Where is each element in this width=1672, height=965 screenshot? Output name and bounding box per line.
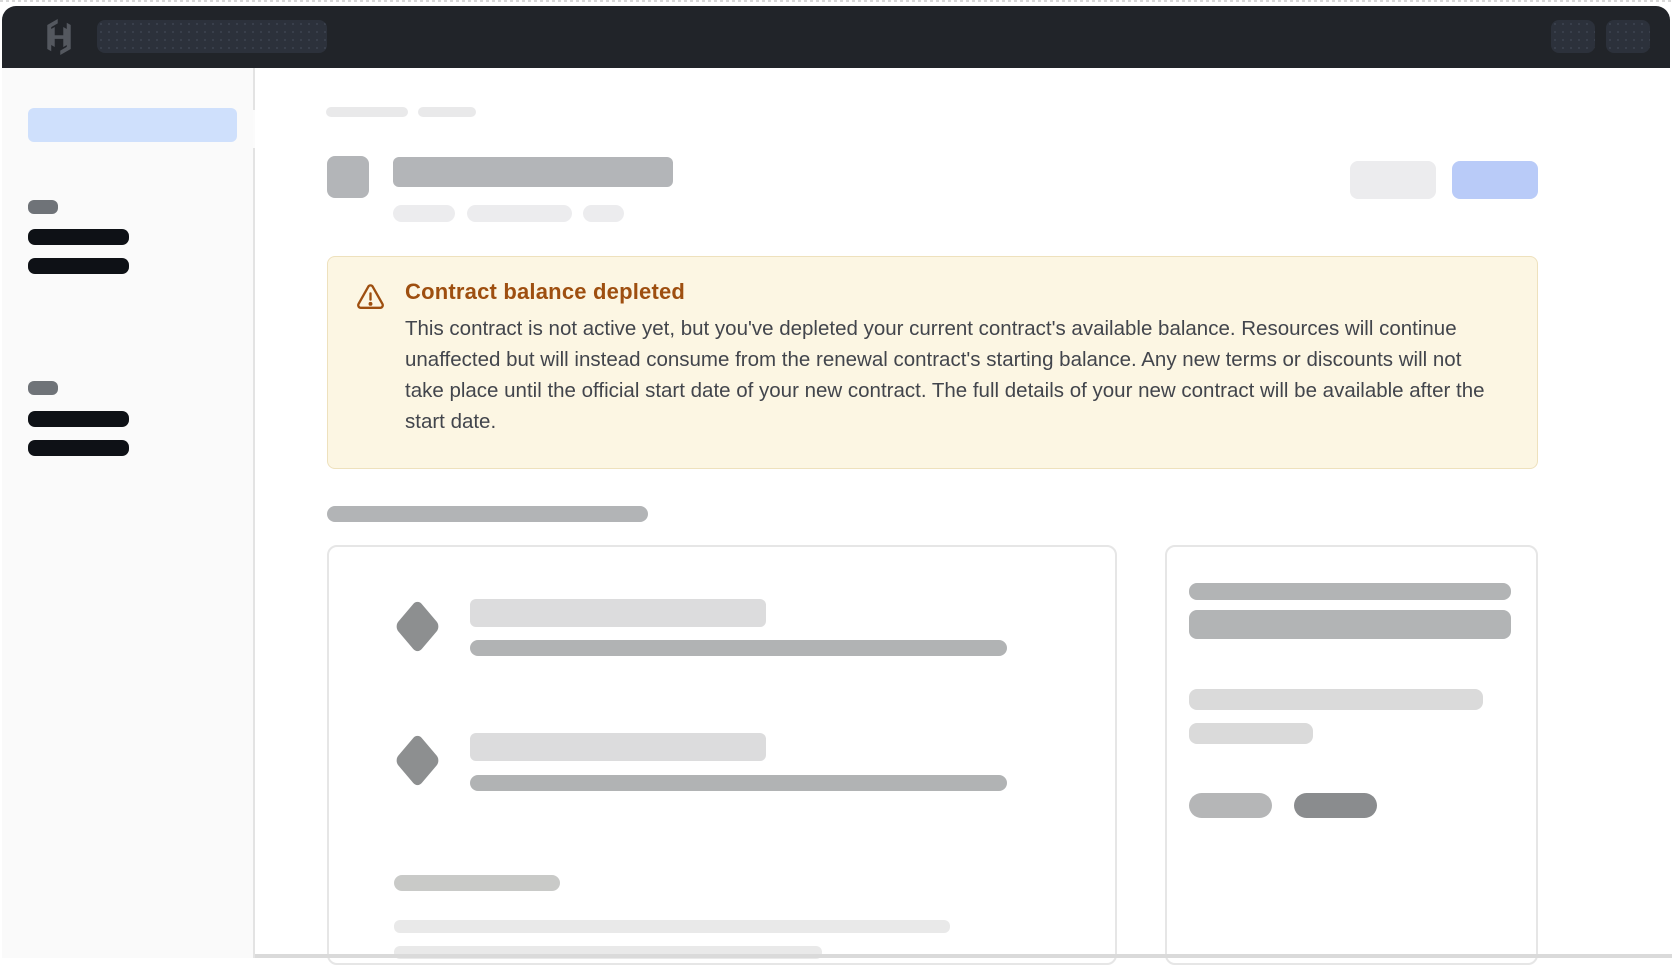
top-nav — [2, 6, 1670, 68]
badge-skeleton — [393, 205, 455, 222]
card-footer-label-skeleton — [394, 875, 560, 891]
summary-text-skeleton — [1189, 689, 1483, 710]
breadcrumb-item-skeleton — [326, 107, 408, 117]
diamond-icon — [394, 734, 441, 788]
bottom-edge-strip — [255, 954, 1672, 958]
diamond-icon — [394, 600, 441, 654]
sidebar-nav-item-skeleton[interactable] — [28, 229, 129, 245]
hashicorp-logo-icon — [40, 18, 78, 56]
secondary-button-skeleton[interactable] — [1350, 161, 1436, 199]
breadcrumb-item-skeleton — [418, 107, 476, 117]
sidebar-section-label-skeleton — [28, 200, 58, 214]
summary-card — [1165, 545, 1538, 965]
warning-alert: Contract balance depleted This contract … — [327, 256, 1538, 469]
page-title-skeleton — [393, 157, 673, 187]
summary-primary-pill-button-skeleton[interactable] — [1294, 793, 1377, 818]
sidebar-nav-item-skeleton[interactable] — [28, 258, 129, 274]
alert-body: This contract is not active yet, but you… — [405, 313, 1501, 437]
page-icon-skeleton — [327, 156, 369, 198]
nav-user-menu-skeleton[interactable] — [1606, 20, 1650, 53]
warning-triangle-icon — [354, 282, 387, 313]
item-subtitle-skeleton — [470, 775, 1007, 791]
summary-text-skeleton — [1189, 723, 1313, 744]
window-top-edge — [0, 0, 1672, 2]
sidebar-active-item-skeleton[interactable] — [28, 108, 237, 142]
alert-title: Contract balance depleted — [405, 279, 685, 305]
item-title-skeleton — [470, 599, 766, 627]
badge-skeleton — [467, 205, 572, 222]
section-heading-skeleton — [327, 506, 648, 522]
card-footer-line-skeleton — [394, 920, 950, 933]
nav-help-button-skeleton[interactable] — [1551, 20, 1595, 53]
item-title-skeleton — [470, 733, 766, 761]
badge-skeleton — [583, 205, 624, 222]
summary-secondary-pill-button-skeleton[interactable] — [1189, 793, 1272, 818]
sidebar-nav-item-skeleton[interactable] — [28, 411, 129, 427]
global-search-skeleton[interactable] — [97, 20, 327, 53]
item-subtitle-skeleton — [470, 640, 1007, 656]
sidebar-section-label-skeleton — [28, 381, 58, 395]
summary-text-skeleton — [1189, 583, 1511, 600]
summary-text-skeleton — [1189, 610, 1511, 639]
primary-button-skeleton[interactable] — [1452, 161, 1538, 199]
sidebar-nav-item-skeleton[interactable] — [28, 440, 129, 456]
